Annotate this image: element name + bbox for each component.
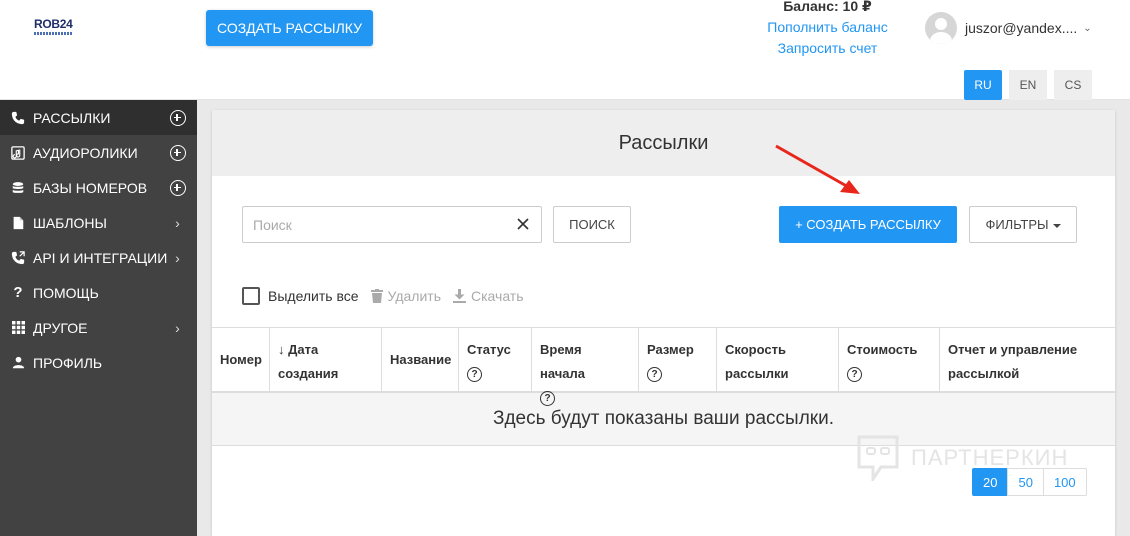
sidebar-item-campaigns[interactable]: Рассылки [0, 100, 197, 135]
lang-en-button[interactable]: EN [1009, 70, 1047, 100]
download-label: Скачать [471, 288, 524, 304]
sidebar-item-other[interactable]: Другое › [0, 310, 197, 345]
column-header-number[interactable]: Номер [212, 328, 270, 391]
sidebar-item-label: API и интеграции [33, 249, 168, 266]
column-label: Статус [467, 342, 511, 357]
column-header-created[interactable]: ↓ Дата создания [270, 328, 382, 391]
avatar[interactable] [925, 12, 957, 44]
top-header: ROB24 Создать рассылку Баланс: 10 ₽ Попо… [0, 0, 1130, 100]
sidebar-item-api[interactable]: API и интеграции › [0, 240, 197, 275]
select-all-checkbox[interactable] [242, 287, 260, 305]
search-button[interactable]: Поиск [553, 206, 631, 243]
column-label: Название [390, 351, 452, 367]
column-label: Размер [647, 342, 694, 357]
sidebar-item-templates[interactable]: Шаблоны › [0, 205, 197, 240]
help-icon[interactable]: ? [467, 367, 482, 383]
sidebar-item-audio[interactable]: Аудиоролики [0, 135, 197, 170]
user-email[interactable]: juszor@yandex.... [965, 20, 1077, 36]
column-header-speed[interactable]: Скорость рассылки [717, 328, 839, 391]
grid-icon [10, 320, 26, 336]
person-icon [10, 355, 26, 371]
create-campaign-button-top[interactable]: Создать рассылку [206, 10, 373, 46]
rob24-logo[interactable]: ROB24 [34, 18, 74, 40]
column-header-report[interactable]: Отчет и управление рассылкой [940, 328, 1115, 391]
sidebar-item-help[interactable]: ? Помощь [0, 275, 197, 310]
plus-circle-icon[interactable] [169, 109, 186, 126]
column-header-name[interactable]: Название [382, 328, 459, 391]
sidebar: Рассылки Аудиоролики Базы номеров Шаблон… [0, 100, 197, 536]
close-icon[interactable] [515, 216, 531, 232]
logo-tagline [34, 32, 72, 35]
download-icon [453, 289, 466, 303]
page-title: Рассылки [212, 110, 1115, 176]
database-icon [10, 180, 26, 196]
logo-text: ROB24 [34, 17, 73, 31]
balance-label: Баланс: 10 ₽ [783, 0, 872, 14]
filters-label: Фильтры [985, 217, 1049, 232]
column-label: Стоимость [847, 342, 918, 357]
plus-circle-icon[interactable] [169, 144, 186, 161]
bulk-actions-toolbar: Выделить все Удалить Скачать [242, 286, 536, 306]
phone-forward-icon [10, 250, 26, 266]
column-label: Время начала [540, 342, 586, 381]
help-icon[interactable]: ? [647, 367, 662, 383]
sidebar-item-label: Рассылки [33, 109, 111, 126]
topup-balance-link[interactable]: Пополнить баланс [755, 19, 900, 35]
select-all-label[interactable]: Выделить все [268, 288, 359, 304]
column-header-status[interactable]: Статус? [459, 328, 532, 391]
sidebar-item-profile[interactable]: Профиль [0, 345, 197, 380]
sidebar-item-label: Профиль [33, 354, 103, 371]
music-icon [10, 145, 26, 161]
phone-icon [10, 110, 26, 126]
sidebar-item-label: Аудиоролики [33, 144, 138, 161]
chevron-right-icon[interactable]: › [169, 214, 186, 231]
watermark-text: ПАРТНЕРКИН [911, 445, 1069, 470]
lang-ru-button[interactable]: RU [964, 70, 1002, 100]
request-invoice-link[interactable]: Запросить счет [755, 40, 900, 56]
chat-bubble-icon [857, 435, 899, 481]
column-header-start-time[interactable]: Время начала? [532, 328, 639, 407]
sidebar-item-label: Базы номеров [33, 179, 148, 196]
sidebar-item-label: Другое [33, 319, 88, 336]
table-header: Номер ↓ Дата создания Название Статус? В… [212, 328, 1115, 407]
column-label: Скорость рассылки [725, 342, 789, 381]
delete-label: Удалить [387, 288, 441, 304]
trash-icon [370, 289, 383, 303]
download-button[interactable]: Скачать [453, 288, 524, 304]
help-icon[interactable]: ? [540, 391, 555, 407]
question-icon: ? [13, 284, 23, 301]
file-icon [10, 215, 26, 231]
help-icon[interactable]: ? [847, 367, 862, 383]
column-label: Номер [220, 351, 262, 367]
delete-button[interactable]: Удалить [370, 288, 441, 304]
column-label: Отчет и управление рассылкой [948, 342, 1078, 381]
sidebar-item-label: Помощь [33, 284, 99, 301]
column-header-size[interactable]: Размер? [639, 328, 717, 391]
plus-circle-icon[interactable] [169, 179, 186, 196]
chevron-right-icon[interactable]: › [169, 319, 186, 336]
campaigns-table: Номер ↓ Дата создания Название Статус? В… [212, 327, 1115, 446]
caret-down-icon [1052, 223, 1061, 228]
user-menu[interactable]: juszor@yandex.... ⌄ [925, 12, 1092, 44]
chevron-down-icon[interactable]: ⌄ [1083, 23, 1091, 34]
column-label: Дата создания [278, 342, 339, 381]
search-input[interactable] [243, 207, 503, 242]
create-campaign-button[interactable]: + Создать рассылку [779, 206, 957, 243]
search-box[interactable] [242, 206, 542, 243]
sidebar-item-databases[interactable]: Базы номеров [0, 170, 197, 205]
arrow-down-icon: ↓ [278, 342, 285, 357]
column-header-cost[interactable]: Стоимость? [839, 328, 940, 391]
lang-cs-button[interactable]: CS [1054, 70, 1092, 100]
sidebar-item-label: Шаблоны [33, 214, 107, 231]
filters-button[interactable]: Фильтры [969, 206, 1077, 243]
chevron-right-icon[interactable]: › [169, 249, 186, 266]
watermark: ПАРТНЕРКИН [857, 435, 1068, 481]
